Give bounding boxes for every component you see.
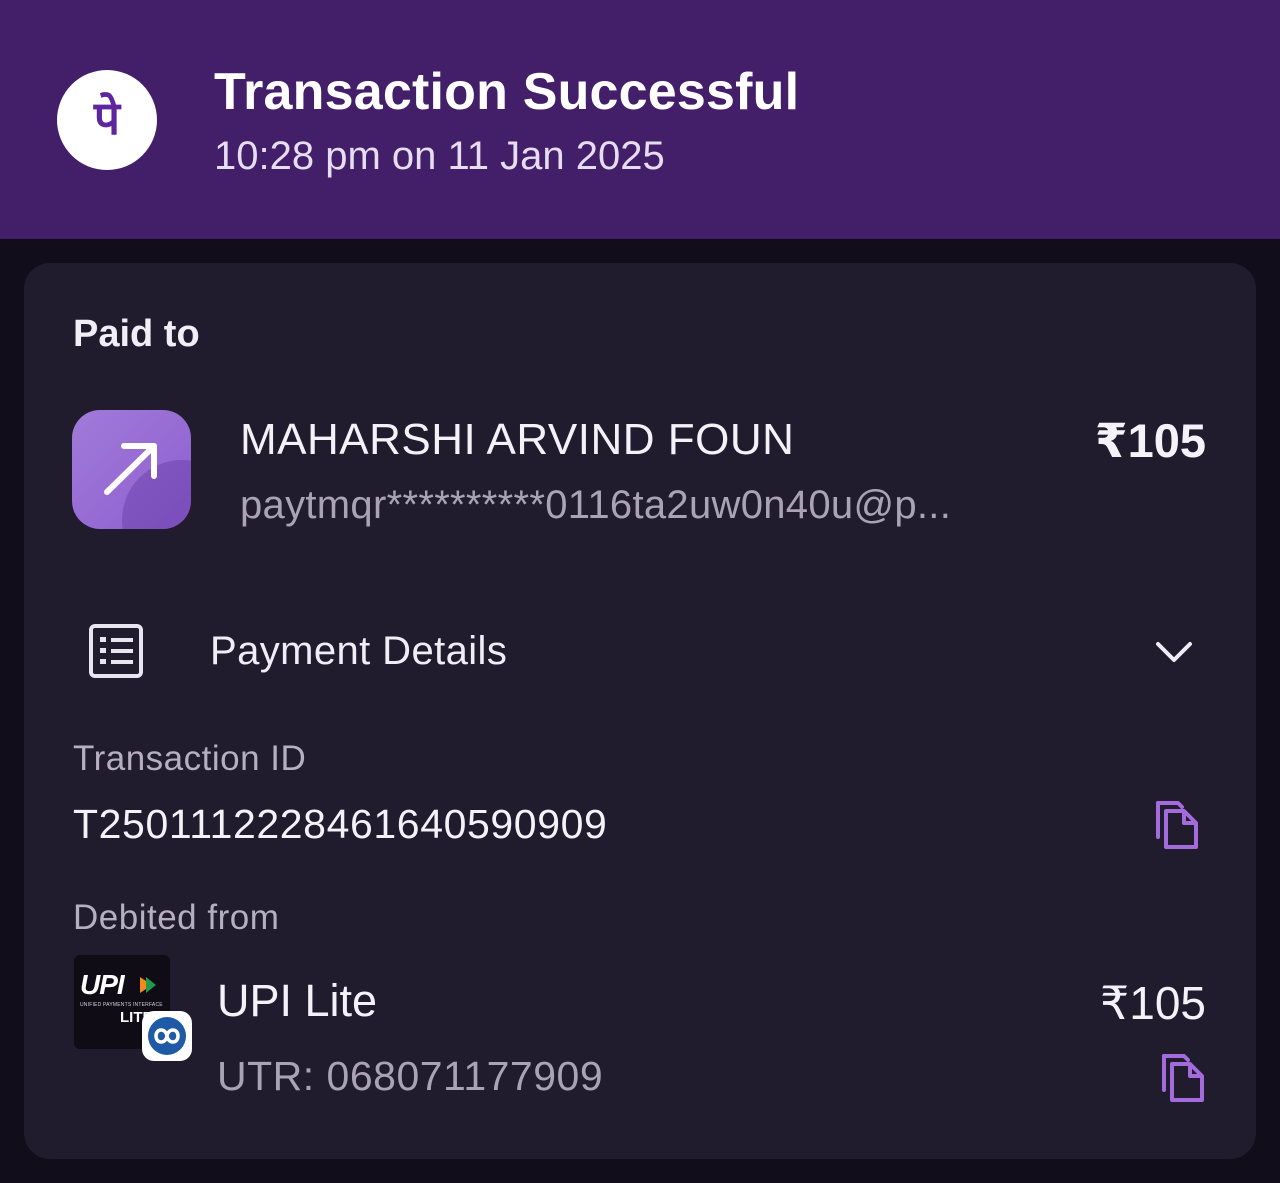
payee-avatar[interactable] bbox=[72, 410, 191, 529]
upi-logo-tagline: UNIFIED PAYMENTS INTERFACE bbox=[80, 1002, 163, 1008]
paid-amount: ₹105 bbox=[1094, 414, 1206, 467]
payment-details-toggle[interactable]: Payment Details bbox=[210, 629, 507, 674]
page-title: Transaction Successful bbox=[214, 63, 800, 121]
logo-glyph: पे bbox=[93, 91, 122, 145]
payee-name: MAHARSHI ARVIND FOUN bbox=[240, 415, 795, 464]
wallet-name: UPI Lite bbox=[217, 975, 378, 1026]
upi-logo-mark: UPI bbox=[80, 969, 125, 1000]
phonepe-logo-icon: पे bbox=[57, 70, 157, 170]
header-banner: पे Transaction Successful 10:28 pm on 11… bbox=[0, 0, 1280, 239]
transaction-id-label: Transaction ID bbox=[73, 739, 307, 778]
payee-upi-id: paytmqr**********0116ta2uw0n40u@p... bbox=[240, 483, 952, 527]
bank-logo-icon bbox=[142, 1011, 192, 1061]
receipt-list-icon bbox=[89, 624, 143, 678]
arrow-up-right-icon bbox=[104, 443, 157, 495]
copy-icon[interactable] bbox=[1152, 799, 1200, 851]
debited-amount: ₹105 bbox=[1099, 977, 1206, 1029]
transaction-timestamp: 10:28 pm on 11 Jan 2025 bbox=[214, 134, 665, 178]
utr-number: UTR: 068071177909 bbox=[217, 1053, 604, 1099]
copy-icon[interactable] bbox=[1158, 1052, 1206, 1104]
transaction-id-value: T2501112228461640590909 bbox=[73, 801, 608, 847]
transaction-card: Paid to MAHARSHI ARVIND FOUN paytmqr****… bbox=[24, 263, 1256, 1159]
chevron-down-icon[interactable] bbox=[1154, 638, 1194, 666]
debited-from-label: Debited from bbox=[73, 898, 280, 937]
paid-to-label: Paid to bbox=[73, 313, 200, 355]
